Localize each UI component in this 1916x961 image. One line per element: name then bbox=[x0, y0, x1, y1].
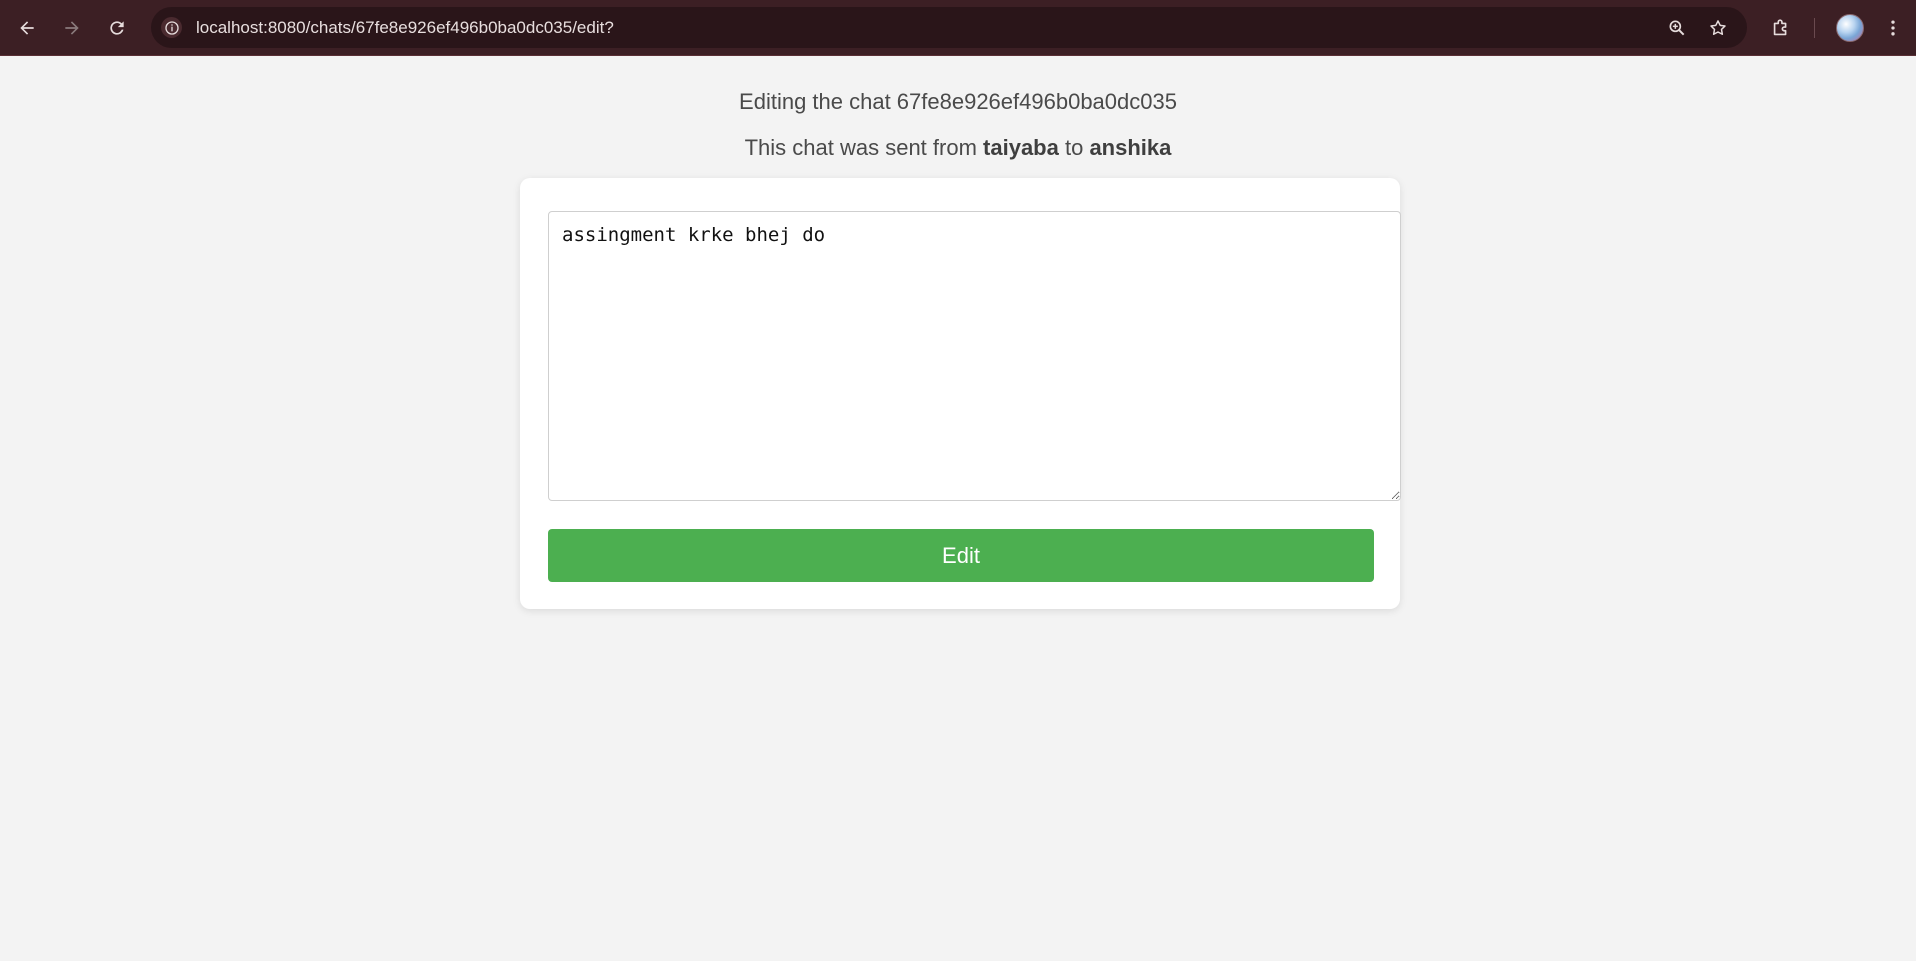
arrow-left-icon bbox=[20, 21, 34, 35]
forward-button[interactable] bbox=[56, 12, 88, 44]
profile-avatar[interactable] bbox=[1836, 14, 1864, 42]
message-textarea[interactable]: assingment krke bhej do bbox=[548, 211, 1401, 501]
extensions-button[interactable] bbox=[1765, 12, 1797, 44]
site-info-icon[interactable] bbox=[161, 17, 182, 38]
back-button[interactable] bbox=[11, 12, 43, 44]
more-vertical-icon bbox=[1891, 20, 1895, 36]
chat-participants: This chat was sent from taiyaba to anshi… bbox=[0, 135, 1916, 161]
page-content: Editing the chat 67fe8e926ef496b0ba0dc03… bbox=[0, 56, 1916, 961]
puzzle-icon bbox=[1773, 19, 1787, 36]
url-text: localhost:8080/chats/67fe8e926ef496b0ba0… bbox=[196, 18, 614, 37]
page-title: Editing the chat 67fe8e926ef496b0ba0dc03… bbox=[739, 89, 1177, 114]
reload-button[interactable] bbox=[101, 12, 133, 44]
sender-name: taiyaba bbox=[983, 135, 1059, 160]
toolbar-divider bbox=[1814, 18, 1815, 38]
menu-button[interactable] bbox=[1877, 12, 1909, 44]
browser-toolbar: localhost:8080/chats/67fe8e926ef496b0ba0… bbox=[0, 0, 1916, 56]
address-bar[interactable]: localhost:8080/chats/67fe8e926ef496b0ba0… bbox=[151, 7, 1747, 48]
zoom-icon[interactable] bbox=[1666, 17, 1688, 39]
edit-button[interactable]: Edit bbox=[548, 529, 1374, 582]
edit-form-card: assingment krke bhej do Edit bbox=[520, 178, 1401, 609]
bookmark-star-icon[interactable] bbox=[1707, 17, 1729, 39]
sent-middle-text: to bbox=[1058, 135, 1090, 160]
sent-prefix-text: This chat was sent from bbox=[744, 135, 984, 160]
arrow-right-icon bbox=[65, 21, 79, 35]
receiver-name: anshika bbox=[1089, 135, 1172, 160]
reload-icon bbox=[110, 21, 124, 35]
